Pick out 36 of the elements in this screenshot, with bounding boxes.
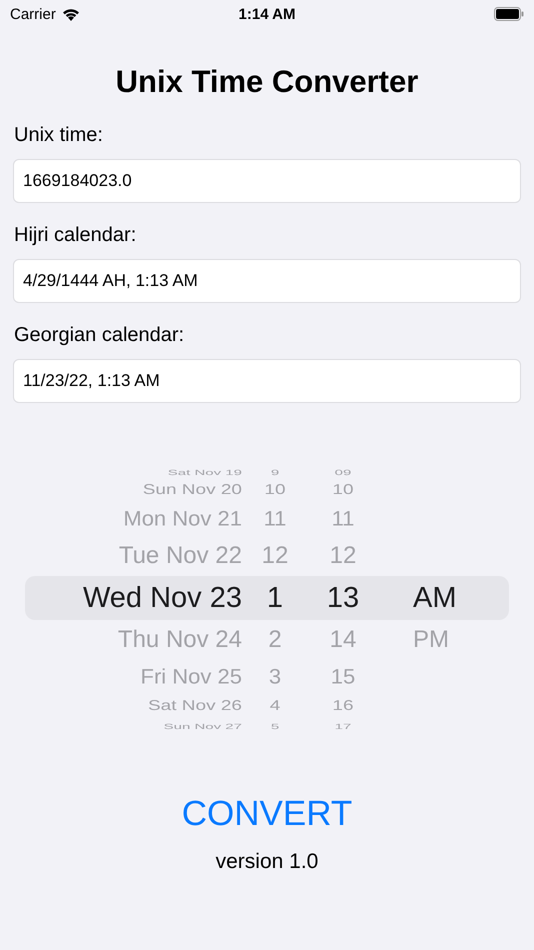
- field-label: Unix time:: [14, 124, 104, 147]
- date-option[interactable]: Mon Nov 21: [25, 506, 242, 532]
- input-field[interactable]: 11/23/22, 1:13 AM: [13, 359, 521, 403]
- date-option[interactable]: Fri Nov 25: [25, 664, 242, 690]
- period-option[interactable]: PM: [378, 626, 478, 654]
- hour-option[interactable]: 2: [242, 626, 308, 654]
- input-field[interactable]: 4/29/1444 AH, 1:13 AM: [13, 259, 521, 303]
- date-option[interactable]: Tue Nov 22: [25, 542, 242, 570]
- minute-option[interactable]: 12: [308, 542, 378, 570]
- carrier-label: Carrier: [10, 6, 56, 22]
- hour-option[interactable]: 3: [242, 664, 308, 690]
- minute-option[interactable]: 14: [308, 626, 378, 654]
- minute-option[interactable]: 11: [308, 506, 378, 532]
- clock-time: 1:14 AM: [238, 6, 296, 22]
- period-option[interactable]: AM: [378, 582, 478, 614]
- hour-option[interactable]: 11: [242, 506, 308, 532]
- wifi-icon: [62, 8, 80, 20]
- app-title: Unix Time Converter: [114, 64, 420, 100]
- date-option[interactable]: Sat Nov 26: [25, 698, 242, 714]
- minute-option[interactable]: 13: [308, 582, 378, 614]
- minute-option[interactable]: 16: [308, 698, 378, 714]
- hour-option[interactable]: 10: [242, 482, 308, 498]
- hour-option[interactable]: 12: [242, 542, 308, 570]
- convert-button[interactable]: CONVERT: [182, 794, 352, 834]
- version-label: version 1.0: [214, 850, 320, 874]
- hour-option[interactable]: 4: [242, 698, 308, 714]
- hour-option[interactable]: 1: [242, 582, 308, 614]
- date-option[interactable]: Thu Nov 24: [25, 626, 242, 654]
- date-option[interactable]: Wed Nov 23: [25, 582, 242, 614]
- minute-option[interactable]: 15: [308, 664, 378, 690]
- battery-icon: [494, 7, 524, 21]
- field-label: Hijri calendar:: [14, 224, 138, 247]
- field-label: Georgian calendar:: [14, 324, 186, 347]
- date-option[interactable]: Sun Nov 20: [25, 482, 242, 498]
- minute-option[interactable]: 10: [308, 482, 378, 498]
- input-field[interactable]: 1669184023.0: [13, 159, 521, 203]
